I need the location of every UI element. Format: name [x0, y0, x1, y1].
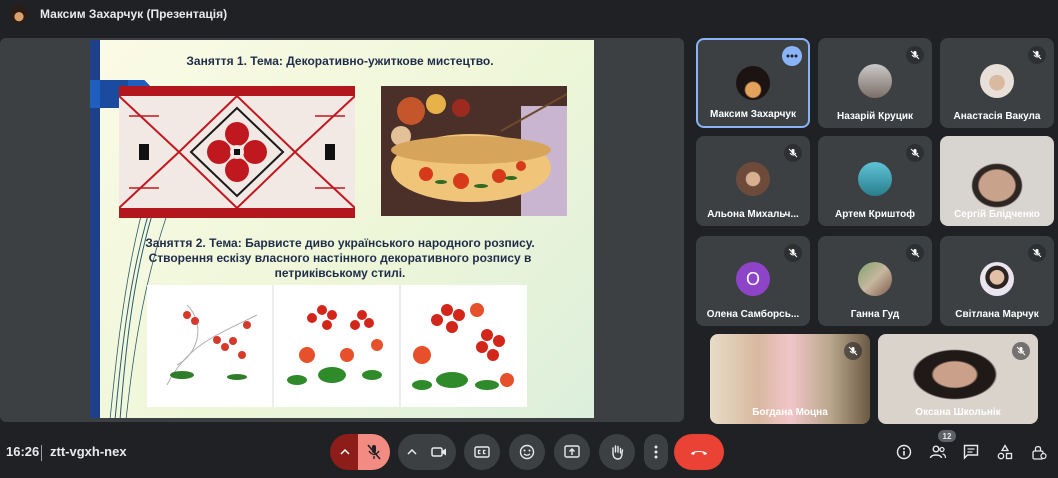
meeting-code: ztt-vgxh-nex [50, 444, 127, 459]
divider [41, 445, 42, 461]
participant-name: Альона Михальч... [707, 209, 799, 220]
participant-tile-svitlana[interactable]: Світлана Марчук [940, 236, 1054, 326]
more-options-button[interactable] [644, 434, 668, 470]
chat-button[interactable] [959, 440, 983, 464]
participant-name: Анастасія Вакула [953, 111, 1041, 122]
participant-tile-anastasiia[interactable]: Анастасія Вакула [940, 38, 1054, 128]
mic-off-icon [784, 244, 802, 262]
chevron-up-icon [407, 449, 417, 455]
avatar [858, 262, 892, 296]
embroidery-image [119, 86, 355, 218]
lesson2-line3: петриківському стилі. [274, 266, 406, 280]
chat-icon [963, 444, 979, 460]
participant-tile-serhii[interactable]: Сергій Блідченко [940, 136, 1054, 226]
participant-name: Ганна Гуд [850, 309, 900, 320]
emoji-icon [519, 444, 535, 460]
presentation-stage: Заняття 1. Тема: Декоративно-ужиткове ми… [0, 38, 684, 422]
more-vert-icon [654, 445, 658, 459]
camera-group [398, 434, 456, 470]
participant-tile-oksana[interactable]: Оксана Школьнік [878, 334, 1038, 424]
avatar [736, 162, 770, 196]
participant-tile-maksym[interactable]: Максим Захарчук [696, 38, 810, 128]
top-bar: Максим Захарчук (Презентація) [0, 0, 1058, 28]
leave-call-button[interactable] [674, 434, 724, 470]
host-controls-icon [1032, 445, 1047, 460]
audio-options-button[interactable] [330, 434, 360, 470]
participant-tile-hanna[interactable]: Ганна Гуд [818, 236, 932, 326]
avatar [858, 64, 892, 98]
present-button[interactable] [554, 434, 590, 470]
bottom-control-bar: 16:26 ztt-vgxh-nex 12 [0, 430, 1058, 478]
present-icon [564, 445, 580, 458]
video-options-button[interactable] [400, 449, 424, 455]
avatar [980, 64, 1014, 98]
avatar [858, 162, 892, 196]
captions-icon [474, 446, 490, 458]
participant-name: Оксана Школьнік [915, 407, 1001, 418]
participant-name: Сергій Блідченко [954, 209, 1040, 220]
presentation-slide: Заняття 1. Тема: Декоративно-ужиткове ми… [90, 40, 594, 418]
mic-off-icon [906, 244, 924, 262]
participant-name: Світлана Марчук [955, 309, 1039, 320]
participant-tile-bohdana[interactable]: Богдана Моцна [710, 334, 870, 424]
people-icon [929, 445, 947, 459]
presenter-title: Максим Захарчук (Презентація) [40, 7, 228, 21]
reactions-button[interactable] [509, 434, 545, 470]
captions-button[interactable] [464, 434, 500, 470]
avatar [980, 262, 1014, 296]
camera-toggle-button[interactable] [424, 446, 454, 458]
participant-name: Богдана Моцна [752, 407, 828, 418]
mic-off-icon [906, 46, 924, 64]
raise-hand-icon [612, 445, 624, 460]
raise-hand-button[interactable] [599, 434, 635, 470]
participant-name: Артем Криштоф [834, 209, 916, 220]
participant-tile-nazarii[interactable]: Назарій Круцик [818, 38, 932, 128]
chevron-up-icon [340, 449, 350, 455]
presenter-avatar [10, 5, 28, 23]
lesson2-title: Заняття 2. Тема: Барвисте диво українськ… [120, 236, 560, 281]
info-icon [896, 444, 912, 460]
mic-off-icon [367, 444, 381, 460]
people-button[interactable] [926, 440, 950, 464]
mic-off-icon [906, 144, 924, 162]
participant-name: Максим Захарчук [710, 109, 796, 120]
participant-name: Назарій Круцик [836, 111, 914, 122]
mic-off-icon [1012, 342, 1030, 360]
microphone-toggle-button[interactable] [358, 434, 390, 470]
mic-off-icon [844, 342, 862, 360]
mic-off-icon [784, 144, 802, 162]
more-options-icon[interactable] [782, 46, 802, 66]
meeting-details-button[interactable] [892, 440, 916, 464]
avatar [736, 66, 770, 100]
lesson2-line2: Створення ескізу власного настінного дек… [148, 251, 532, 265]
mic-off-icon [1028, 244, 1046, 262]
meeting-time: 16:26 [6, 444, 40, 459]
mic-off-icon [1028, 46, 1046, 64]
participant-name: Олена Самборсь... [706, 309, 800, 320]
activities-button[interactable] [993, 440, 1017, 464]
lesson1-title: Заняття 1. Тема: Декоративно-ужиткове ми… [186, 54, 494, 68]
painted-bowl-image [381, 86, 567, 216]
lesson2-line1: Заняття 2. Тема: Барвисте диво українськ… [145, 236, 535, 250]
camera-icon [431, 447, 446, 457]
avatar-initial: О [736, 262, 770, 296]
activities-icon [997, 444, 1013, 460]
petrykivka-flowers-image [147, 285, 527, 407]
host-controls-button[interactable] [1027, 440, 1051, 464]
hangup-icon [691, 451, 707, 455]
participant-tile-artem[interactable]: Артем Криштоф [818, 136, 932, 226]
participant-tile-olena[interactable]: О Олена Самборсь... [696, 236, 810, 326]
participant-tile-alona[interactable]: Альона Михальч... [696, 136, 810, 226]
